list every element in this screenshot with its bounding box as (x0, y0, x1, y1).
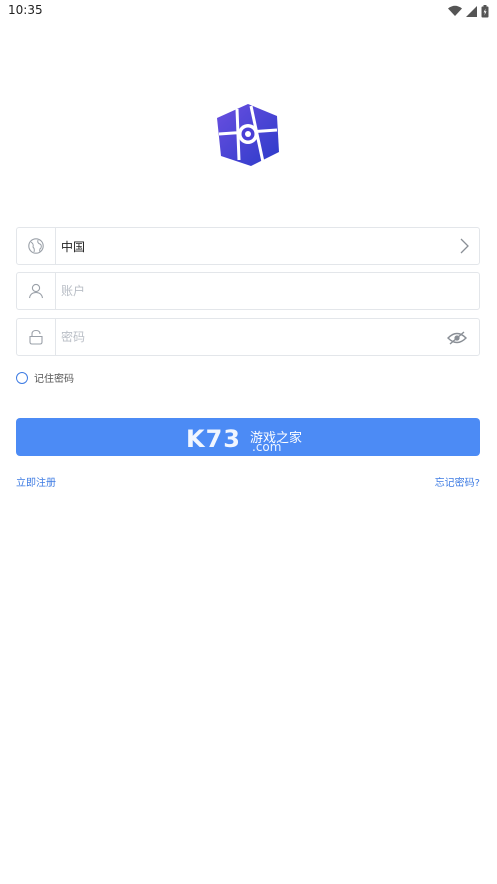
signal-icon (466, 5, 477, 17)
region-select[interactable]: 中国 (16, 227, 480, 265)
lock-icon (17, 319, 55, 355)
status-time: 10:35 (8, 3, 43, 17)
watermark-k73: K73 (186, 425, 241, 453)
field-divider (55, 273, 56, 309)
status-bar: 10:35 (0, 0, 497, 22)
user-icon (17, 273, 55, 309)
eye-slash-icon[interactable] (447, 330, 467, 349)
app-logo (215, 102, 281, 168)
remember-label: 记住密码 (34, 374, 74, 385)
watermark-com: .com (252, 440, 282, 454)
region-value: 中国 (61, 240, 86, 254)
account-input[interactable] (61, 278, 431, 304)
forgot-password-link[interactable]: 忘记密码? (435, 474, 480, 489)
battery-icon (481, 4, 489, 18)
chevron-right-icon[interactable] (459, 238, 469, 258)
password-field[interactable] (16, 318, 480, 356)
field-divider (55, 228, 56, 264)
remember-radio[interactable] (16, 371, 28, 384)
watermark: K73 游戏之家 .com (16, 418, 480, 456)
account-field[interactable] (16, 272, 480, 310)
remember-password[interactable]: 记住密码 (16, 370, 74, 385)
globe-icon (17, 228, 55, 264)
password-input[interactable] (61, 324, 431, 350)
status-icons (448, 4, 489, 18)
login-button[interactable]: K73 游戏之家 .com (16, 418, 480, 456)
field-divider (55, 319, 56, 355)
wifi-icon (448, 5, 462, 17)
register-link[interactable]: 立即注册 (16, 474, 56, 489)
